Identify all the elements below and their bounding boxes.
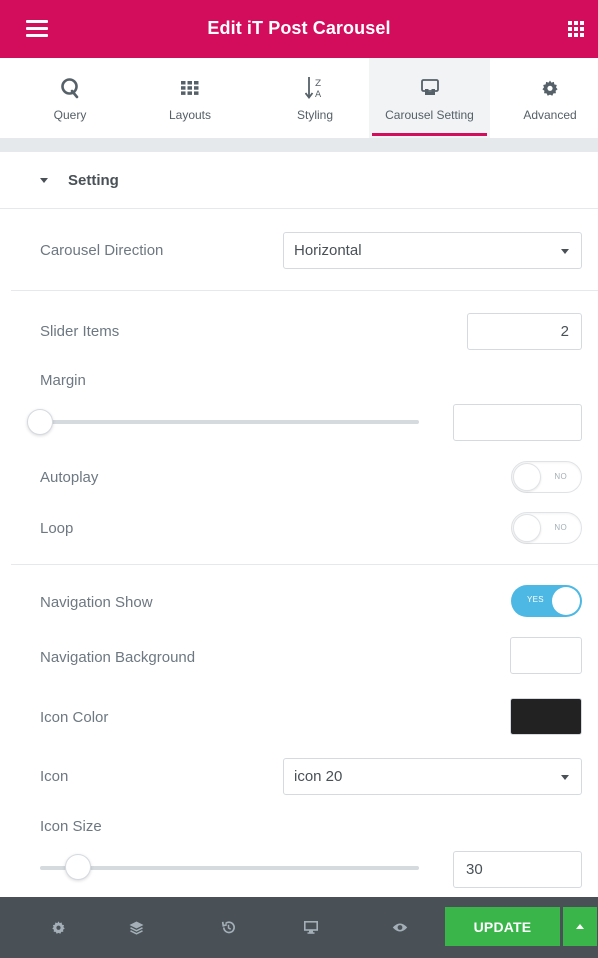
icon-size-slider-track[interactable] xyxy=(40,866,419,870)
switch-knob xyxy=(513,463,541,491)
panel-footer: UPDATE xyxy=(0,897,598,958)
editor-tabs: Query Layouts Z A Styling Carousel Setti… xyxy=(0,58,598,138)
switch-knob xyxy=(552,587,580,615)
section-title: Setting xyxy=(68,172,119,189)
carousel-direction-label: Carousel Direction xyxy=(40,242,164,259)
footer-settings-button[interactable] xyxy=(33,897,83,958)
navigation-background-label: Navigation Background xyxy=(40,649,196,666)
gear-icon xyxy=(510,76,590,100)
footer-preview-button[interactable] xyxy=(375,897,425,958)
panel-header: Edit iT Post Carousel xyxy=(0,0,598,58)
section-setting-toggle[interactable]: Setting xyxy=(0,152,598,209)
apps-grid-icon[interactable] xyxy=(568,21,584,37)
divider xyxy=(11,564,598,565)
slider-items-input[interactable] xyxy=(467,313,582,350)
navigation-show-switch[interactable]: YES xyxy=(511,585,582,617)
tab-styling[interactable]: Z A Styling xyxy=(275,58,355,138)
chevron-up-icon xyxy=(576,924,584,929)
autoplay-switch-text: NO xyxy=(554,472,567,481)
footer-responsive-button[interactable] xyxy=(286,897,336,958)
autoplay-label: Autoplay xyxy=(40,469,99,486)
slider-items-label: Slider Items xyxy=(40,323,120,340)
icon-size-input[interactable] xyxy=(453,851,582,888)
icon-size-label: Icon Size xyxy=(40,818,102,835)
tab-layouts-label: Layouts xyxy=(168,108,212,122)
divider xyxy=(11,290,598,291)
carousel-direction-value: Horizontal xyxy=(294,242,362,259)
eye-icon xyxy=(392,923,408,932)
loop-switch-text: NO xyxy=(554,523,567,532)
sort-az-icon: Z A xyxy=(275,76,355,100)
navigation-show-label: Navigation Show xyxy=(40,594,153,611)
icon-select[interactable]: icon 20 xyxy=(283,758,582,795)
tab-carousel-setting-label: Carousel Setting xyxy=(385,108,474,122)
update-options-button[interactable] xyxy=(563,907,597,946)
tab-styling-label: Styling xyxy=(296,108,334,122)
tab-query[interactable]: Query xyxy=(30,58,110,138)
tab-carousel-setting[interactable]: Carousel Setting xyxy=(369,58,490,138)
caret-down-icon xyxy=(40,178,48,183)
tab-advanced-label: Advanced xyxy=(523,108,577,122)
footer-navigator-button[interactable] xyxy=(111,897,161,958)
margin-slider-track[interactable] xyxy=(40,420,419,424)
gear-icon xyxy=(51,921,65,934)
tab-query-label: Query xyxy=(53,108,87,122)
svg-text:A: A xyxy=(315,90,322,100)
layers-icon xyxy=(129,921,143,935)
loop-switch[interactable]: NO xyxy=(511,512,582,544)
navigation-show-switch-text: YES xyxy=(527,595,544,604)
autoplay-switch[interactable]: NO xyxy=(511,461,582,493)
icon-color-picker[interactable] xyxy=(510,698,582,735)
grid-icon xyxy=(150,76,230,100)
icon-select-value: icon 20 xyxy=(294,768,343,785)
responsive-desktop-icon xyxy=(304,921,318,934)
switch-knob xyxy=(513,514,541,542)
loop-label: Loop xyxy=(40,520,74,537)
icon-color-label: Icon Color xyxy=(40,709,109,726)
icon-label: Icon xyxy=(40,768,69,785)
margin-label: Margin xyxy=(40,372,86,389)
navigation-background-color-picker[interactable] xyxy=(510,637,582,674)
history-icon xyxy=(221,921,235,934)
margin-input[interactable] xyxy=(453,404,582,441)
chevron-down-icon xyxy=(561,775,569,780)
carousel-direction-select[interactable]: Horizontal xyxy=(283,232,582,269)
carousel-icon xyxy=(369,76,490,100)
update-button[interactable]: UPDATE xyxy=(445,907,560,946)
svg-text:Z: Z xyxy=(315,79,321,89)
margin-slider-handle[interactable] xyxy=(27,409,53,435)
tab-advanced[interactable]: Advanced xyxy=(510,58,590,138)
chevron-down-icon xyxy=(561,249,569,254)
icon-size-slider-handle[interactable] xyxy=(64,854,91,880)
panel-title: Edit iT Post Carousel xyxy=(207,18,391,38)
tabs-separator xyxy=(0,138,598,152)
footer-history-button[interactable] xyxy=(203,897,253,958)
tab-layouts[interactable]: Layouts xyxy=(150,58,230,138)
query-q-icon xyxy=(30,76,110,100)
